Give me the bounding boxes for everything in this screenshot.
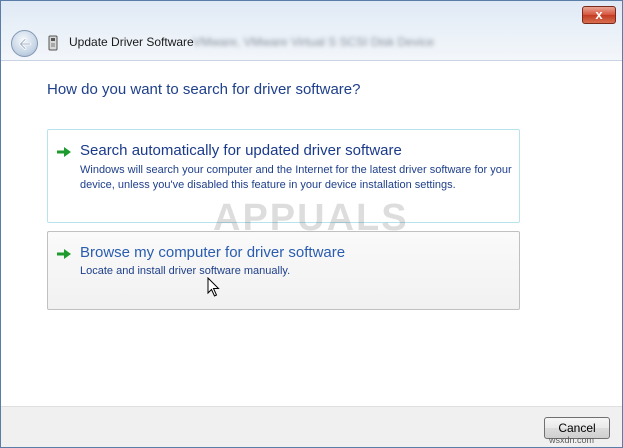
window-title: Update Driver Software: [69, 35, 194, 49]
search-automatically-option[interactable]: Search automatically for updated driver …: [47, 129, 520, 223]
back-arrow-icon: [19, 38, 32, 50]
back-button[interactable]: [11, 30, 38, 57]
option-title: Browse my computer for driver software: [80, 244, 346, 261]
close-icon: x: [595, 7, 603, 22]
option-title: Search automatically for updated driver …: [80, 142, 402, 159]
option-description: Windows will search your computer and th…: [80, 164, 512, 191]
green-arrow-icon: [57, 249, 71, 259]
source-credit: wsxdn.com: [549, 435, 595, 445]
device-icon: [48, 35, 58, 51]
browse-computer-option[interactable]: Browse my computer for driver software L…: [47, 231, 520, 310]
dialog-footer: Cancel: [1, 406, 622, 447]
title-bar: x Update Driver Software VMware, VMware …: [1, 1, 622, 61]
page-heading: How do you want to search for driver sof…: [47, 81, 361, 98]
close-button[interactable]: x: [582, 6, 616, 24]
mouse-cursor-icon: [207, 277, 220, 297]
option-description: Locate and install driver software manua…: [80, 265, 291, 277]
device-name: VMware, VMware Virtual S SCSI Disk Devic…: [193, 35, 435, 49]
update-driver-dialog: x Update Driver Software VMware, VMware …: [0, 0, 623, 448]
green-arrow-icon: [57, 147, 71, 157]
